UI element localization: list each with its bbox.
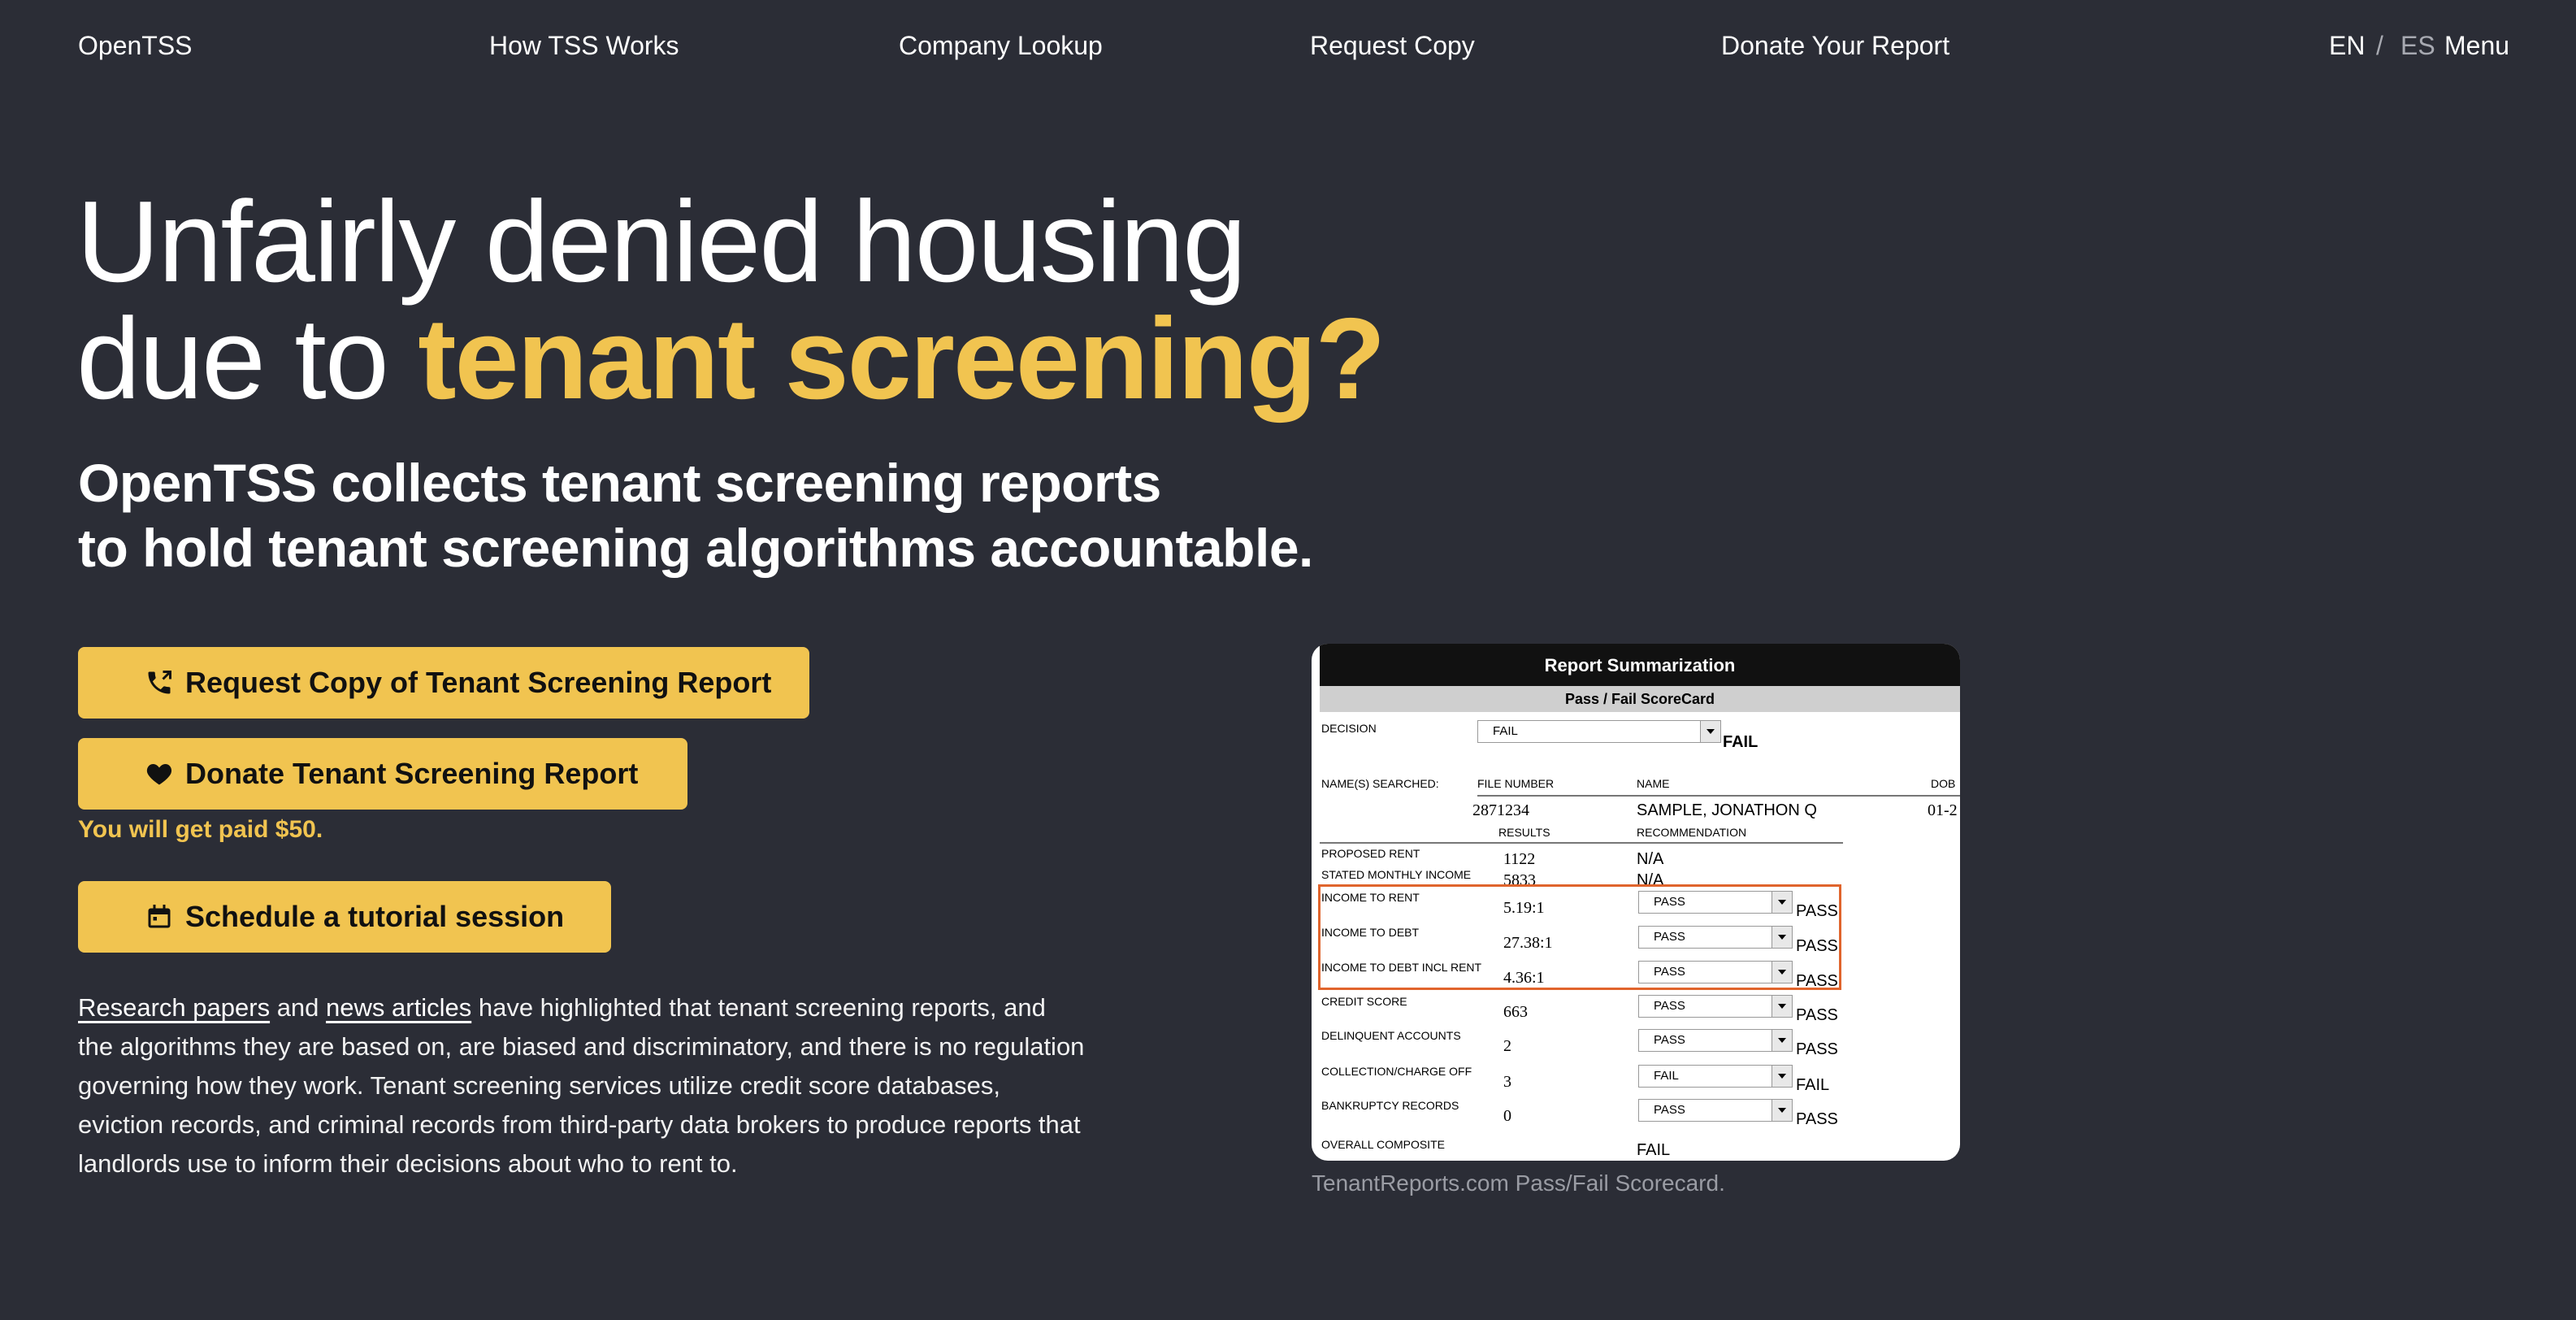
score-row-select-value: PASS (1654, 1103, 1685, 1117)
scorecard-header: Report Summarization (1320, 644, 1960, 686)
scorecard-caption: TenantReports.com Pass/Fail Scorecard. (1312, 1170, 1725, 1196)
score-row-select-value: FAIL (1654, 1069, 1679, 1083)
decision-result: FAIL (1723, 733, 1759, 751)
nav-donate-report[interactable]: Donate Your Report (1721, 29, 1949, 62)
logo-link[interactable]: OpenTSS (78, 29, 193, 62)
nav-how-tss-works[interactable]: How TSS Works (489, 29, 679, 62)
schedule-tutorial-label: Schedule a tutorial session (185, 900, 565, 933)
names-searched-label: NAME(S) SEARCHED: (1321, 777, 1439, 790)
dob-value: 01-2 (1928, 801, 1958, 819)
score-row-select-value: PASS (1654, 999, 1685, 1013)
score-row-recommendation: FAIL (1637, 1141, 1671, 1159)
request-copy-label: Request Copy of Tenant Screening Report (185, 666, 772, 699)
lang-separator: / (2376, 31, 2383, 60)
score-row-select: PASS (1638, 1029, 1793, 1052)
dob-label: DOB (1931, 777, 1956, 790)
score-row-value: 1122 (1503, 850, 1536, 868)
news-articles-link[interactable]: news articles (326, 993, 471, 1022)
hero-subtitle-line2: to hold tenant screening algorithms acco… (78, 518, 1313, 578)
results-label: RESULTS (1498, 826, 1550, 839)
paid-note: You will get paid $50. (78, 816, 323, 843)
chevron-down-icon (1772, 1066, 1792, 1087)
score-row-label: OVERALL COMPOSITE (1321, 1138, 1445, 1151)
results-rule (1320, 842, 1843, 844)
research-papers-link[interactable]: Research papers (78, 993, 270, 1022)
chevron-down-icon (1772, 1030, 1792, 1051)
calendar-icon (148, 905, 171, 928)
phone-icon (148, 671, 171, 694)
name-value: SAMPLE, JONATHON Q (1637, 801, 1817, 819)
hero-title-accent: tenant screening? (418, 294, 1386, 423)
score-row-recommendation: N/A (1637, 850, 1664, 868)
score-row-label: BANKRUPTCY RECORDS (1321, 1099, 1459, 1112)
chevron-down-icon (1772, 996, 1792, 1017)
score-row-label: DELINQUENT ACCOUNTS (1321, 1029, 1461, 1042)
score-row-select-value: PASS (1654, 1033, 1685, 1047)
score-row-label: STATED MONTHLY INCOME (1321, 868, 1472, 881)
score-row-result: PASS (1796, 1006, 1838, 1024)
score-row-result: FAIL (1796, 1076, 1830, 1094)
chevron-down-icon (1700, 721, 1720, 742)
decision-label: DECISION (1321, 722, 1377, 735)
file-number-label: FILE NUMBER (1477, 777, 1555, 790)
score-row-select: PASS (1638, 1099, 1793, 1122)
score-row-label: PROPOSED RENT (1321, 847, 1420, 860)
hero-subtitle: OpenTSS collects tenant screening report… (78, 450, 1313, 580)
decision-select: FAIL (1477, 720, 1721, 743)
scorecard-image: Report Summarization Pass / Fail ScoreCa… (1312, 644, 1960, 1161)
intro-paragraph: Research papers and news articles have h… (78, 988, 1086, 1183)
highlight-box (1318, 884, 1841, 990)
lang-en-link[interactable]: EN (2329, 29, 2365, 62)
score-row-label: CREDIT SCORE (1321, 995, 1407, 1008)
hero-title: Unfairly denied housing due to tenant sc… (76, 184, 1386, 418)
nav-company-lookup[interactable]: Company Lookup (899, 29, 1103, 62)
score-row-result: PASS (1796, 1110, 1838, 1128)
file-number-value: 2871234 (1472, 801, 1529, 819)
score-row-label: COLLECTION/CHARGE OFF (1321, 1065, 1472, 1078)
intro-and: and (270, 993, 327, 1022)
score-row-result: PASS (1796, 1040, 1838, 1058)
name-label: NAME (1637, 777, 1670, 790)
header-rule (1477, 795, 1960, 797)
chevron-down-icon (1772, 1100, 1792, 1121)
scorecard-subheader: Pass / Fail ScoreCard (1320, 686, 1960, 712)
score-row-select: PASS (1638, 995, 1793, 1018)
score-row-select: FAIL (1638, 1065, 1793, 1088)
schedule-tutorial-button[interactable]: Schedule a tutorial session (78, 881, 611, 953)
recommendation-label: RECOMMENDATION (1637, 826, 1747, 839)
hero-title-prefix: due to (76, 294, 418, 423)
score-row-value: 2 (1503, 1037, 1511, 1055)
hero-subtitle-line1: OpenTSS collects tenant screening report… (78, 453, 1161, 513)
score-row-value: 663 (1503, 1003, 1528, 1021)
score-row-value: 0 (1503, 1107, 1511, 1125)
donate-report-label: Donate Tenant Screening Report (185, 757, 639, 790)
lang-es-link[interactable]: ES (2400, 29, 2435, 62)
scorecard-subheader-text: Pass / Fail ScoreCard (1564, 691, 1715, 707)
donate-report-button[interactable]: Donate Tenant Screening Report (78, 738, 687, 810)
nav-request-copy[interactable]: Request Copy (1310, 29, 1475, 62)
score-row-value: 3 (1503, 1073, 1511, 1091)
heart-icon (146, 764, 172, 785)
menu-button[interactable]: Menu (2444, 29, 2509, 62)
scorecard-header-text: Report Summarization (1544, 655, 1736, 675)
hero-title-line1: Unfairly denied housing (76, 177, 1247, 306)
decision-select-value: FAIL (1493, 724, 1518, 738)
top-nav: OpenTSS How TSS Works Company Lookup Req… (0, 0, 2576, 93)
request-copy-button[interactable]: Request Copy of Tenant Screening Report (78, 647, 809, 719)
